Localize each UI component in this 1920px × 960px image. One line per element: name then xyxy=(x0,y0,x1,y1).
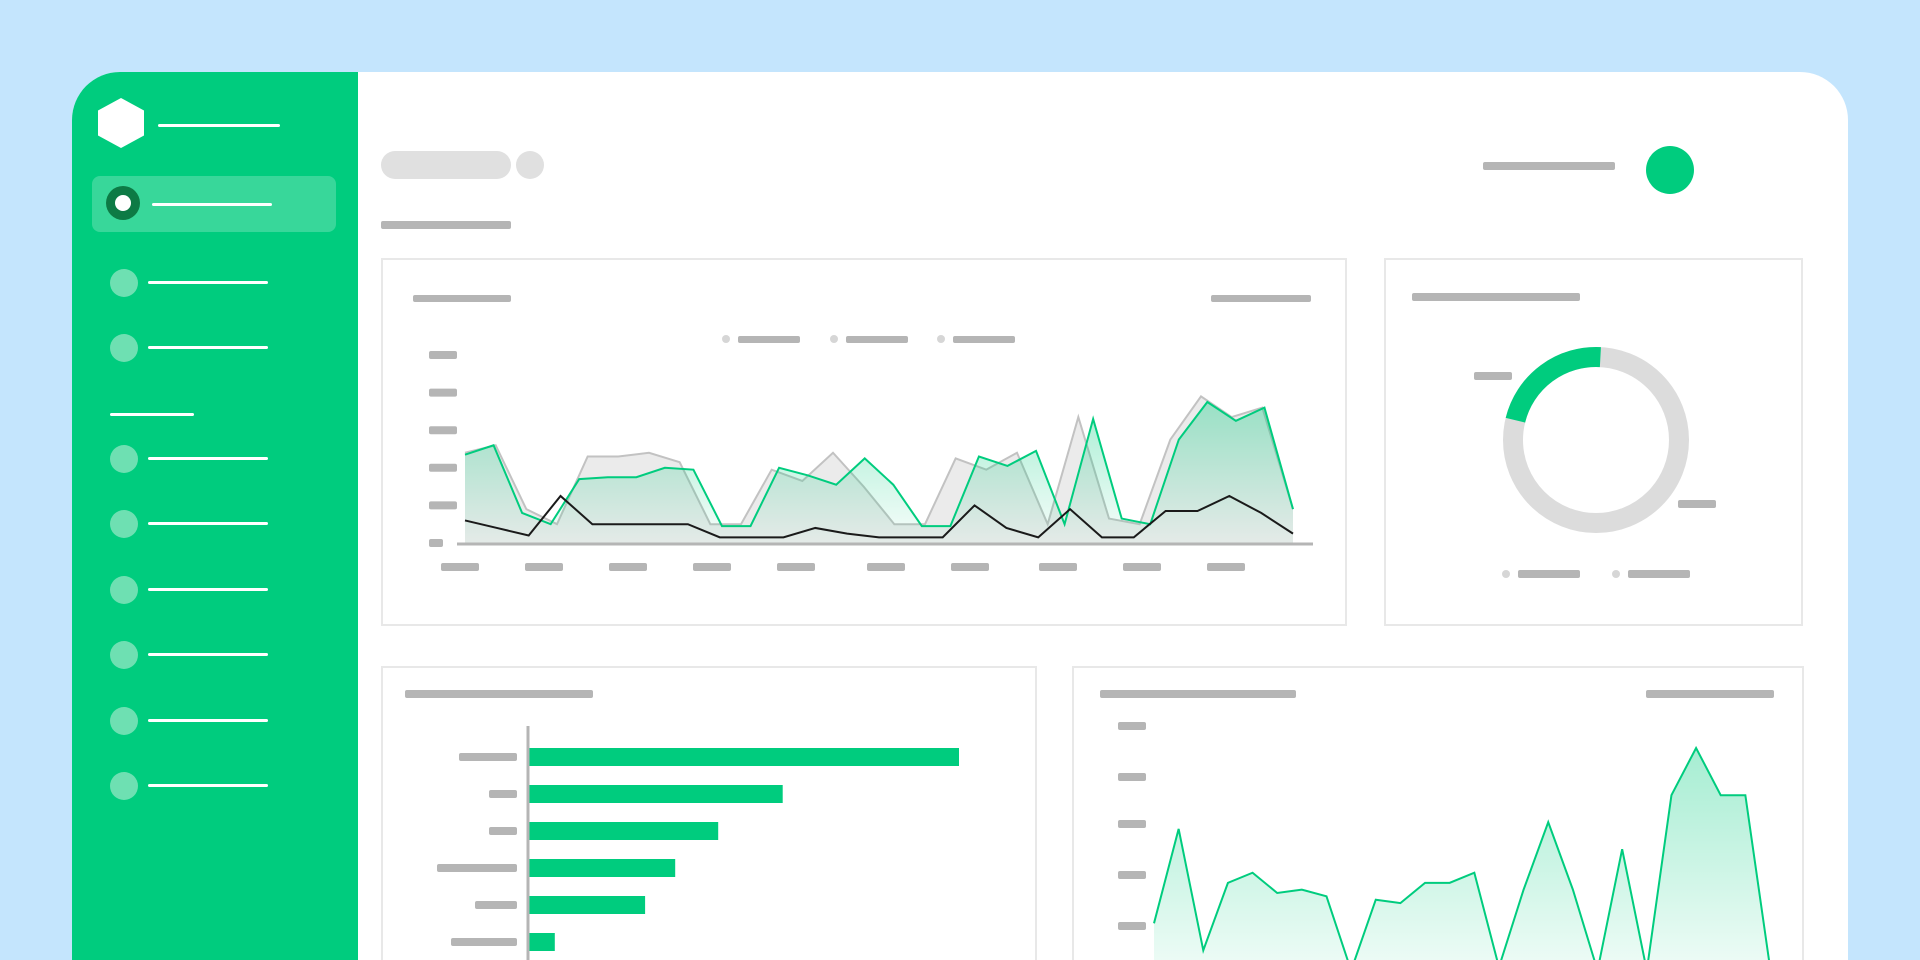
page-title-placeholder xyxy=(381,151,511,179)
legend-label-placeholder xyxy=(953,336,1015,343)
sidebar xyxy=(72,72,358,960)
bar-chart xyxy=(405,690,959,960)
x-tick-label xyxy=(1123,563,1161,571)
trend-chart-card xyxy=(381,258,1347,626)
x-tick-label xyxy=(951,563,989,571)
sidebar-item-label[interactable] xyxy=(148,653,268,656)
title-badge xyxy=(516,151,544,179)
category-label xyxy=(451,938,517,946)
circle-icon[interactable] xyxy=(110,576,138,604)
sidebar-item-label[interactable] xyxy=(148,457,268,460)
card-action-placeholder xyxy=(1646,690,1774,698)
y-tick-label xyxy=(429,426,457,435)
x-tick-label xyxy=(693,563,731,571)
x-tick-label xyxy=(777,563,815,571)
legend-label-placeholder xyxy=(1518,570,1580,578)
donut-slice xyxy=(1503,347,1689,533)
area-chart xyxy=(1100,690,1774,960)
donut-chart xyxy=(1412,293,1716,578)
sidebar-section-heading xyxy=(110,413,194,416)
sidebar-item-label[interactable] xyxy=(148,719,268,722)
y-tick-label xyxy=(429,463,457,472)
area-chart-card xyxy=(1072,666,1804,960)
circle-icon[interactable] xyxy=(110,445,138,473)
bar xyxy=(529,785,783,803)
sidebar-item-label[interactable] xyxy=(148,588,268,591)
y-tick-label xyxy=(1118,722,1146,730)
y-tick-label xyxy=(1118,820,1146,828)
x-tick-label xyxy=(867,563,905,571)
series-area xyxy=(1154,748,1769,960)
bar-chart-card xyxy=(381,666,1037,960)
card-title-placeholder xyxy=(413,295,511,302)
radio-selected-icon xyxy=(106,186,140,220)
category-label xyxy=(489,827,517,835)
y-tick-label xyxy=(429,351,457,359)
card-title-placeholder xyxy=(1412,293,1580,301)
bar xyxy=(529,933,555,951)
trend-chart xyxy=(413,295,1313,571)
legend-label-placeholder xyxy=(738,336,800,343)
y-tick-label xyxy=(1118,773,1146,781)
legend-label-placeholder xyxy=(846,336,908,343)
x-tick-label xyxy=(441,563,479,571)
circle-icon[interactable] xyxy=(110,641,138,669)
x-tick-label xyxy=(1207,563,1245,571)
y-tick-label xyxy=(1118,922,1146,930)
circle-icon[interactable] xyxy=(110,269,138,297)
bar xyxy=(529,896,646,914)
legend-marker xyxy=(1502,570,1510,578)
bar xyxy=(529,859,676,877)
category-label xyxy=(489,790,517,798)
user-name-placeholder xyxy=(1483,162,1615,170)
donut-chart-card xyxy=(1384,258,1803,626)
card-title-placeholder xyxy=(1100,690,1296,698)
category-label xyxy=(459,753,517,761)
legend-label-placeholder xyxy=(1628,570,1690,578)
circle-icon[interactable] xyxy=(110,510,138,538)
slice-label xyxy=(1474,372,1512,380)
sidebar-item-label[interactable] xyxy=(148,522,268,525)
page-subtitle-placeholder xyxy=(381,221,511,229)
sidebar-item-label xyxy=(152,203,272,206)
sidebar-item-label[interactable] xyxy=(148,346,268,349)
legend-marker xyxy=(937,335,945,343)
y-tick-label xyxy=(429,388,457,397)
slice-label xyxy=(1678,500,1716,508)
circle-icon[interactable] xyxy=(110,772,138,800)
bar xyxy=(529,748,959,766)
circle-icon[interactable] xyxy=(110,334,138,362)
legend-marker xyxy=(722,335,730,343)
category-label xyxy=(475,901,517,909)
legend-marker xyxy=(1612,570,1620,578)
hexagon-logo-icon xyxy=(98,98,144,148)
card-title-placeholder xyxy=(405,690,593,698)
x-tick-label xyxy=(1039,563,1077,571)
circle-icon[interactable] xyxy=(110,707,138,735)
avatar-icon[interactable] xyxy=(1646,146,1694,194)
y-tick-label xyxy=(1118,871,1146,879)
bar xyxy=(529,822,719,840)
app-name-placeholder xyxy=(158,124,280,127)
y-tick-label xyxy=(429,501,457,510)
app-window xyxy=(72,72,1848,960)
card-action-placeholder xyxy=(1211,295,1311,302)
x-tick-label xyxy=(525,563,563,571)
sidebar-item-label[interactable] xyxy=(148,784,268,787)
legend-marker xyxy=(830,335,838,343)
x-tick-label xyxy=(609,563,647,571)
y-tick-label xyxy=(429,539,443,547)
sidebar-item-label[interactable] xyxy=(148,281,268,284)
category-label xyxy=(437,864,517,872)
